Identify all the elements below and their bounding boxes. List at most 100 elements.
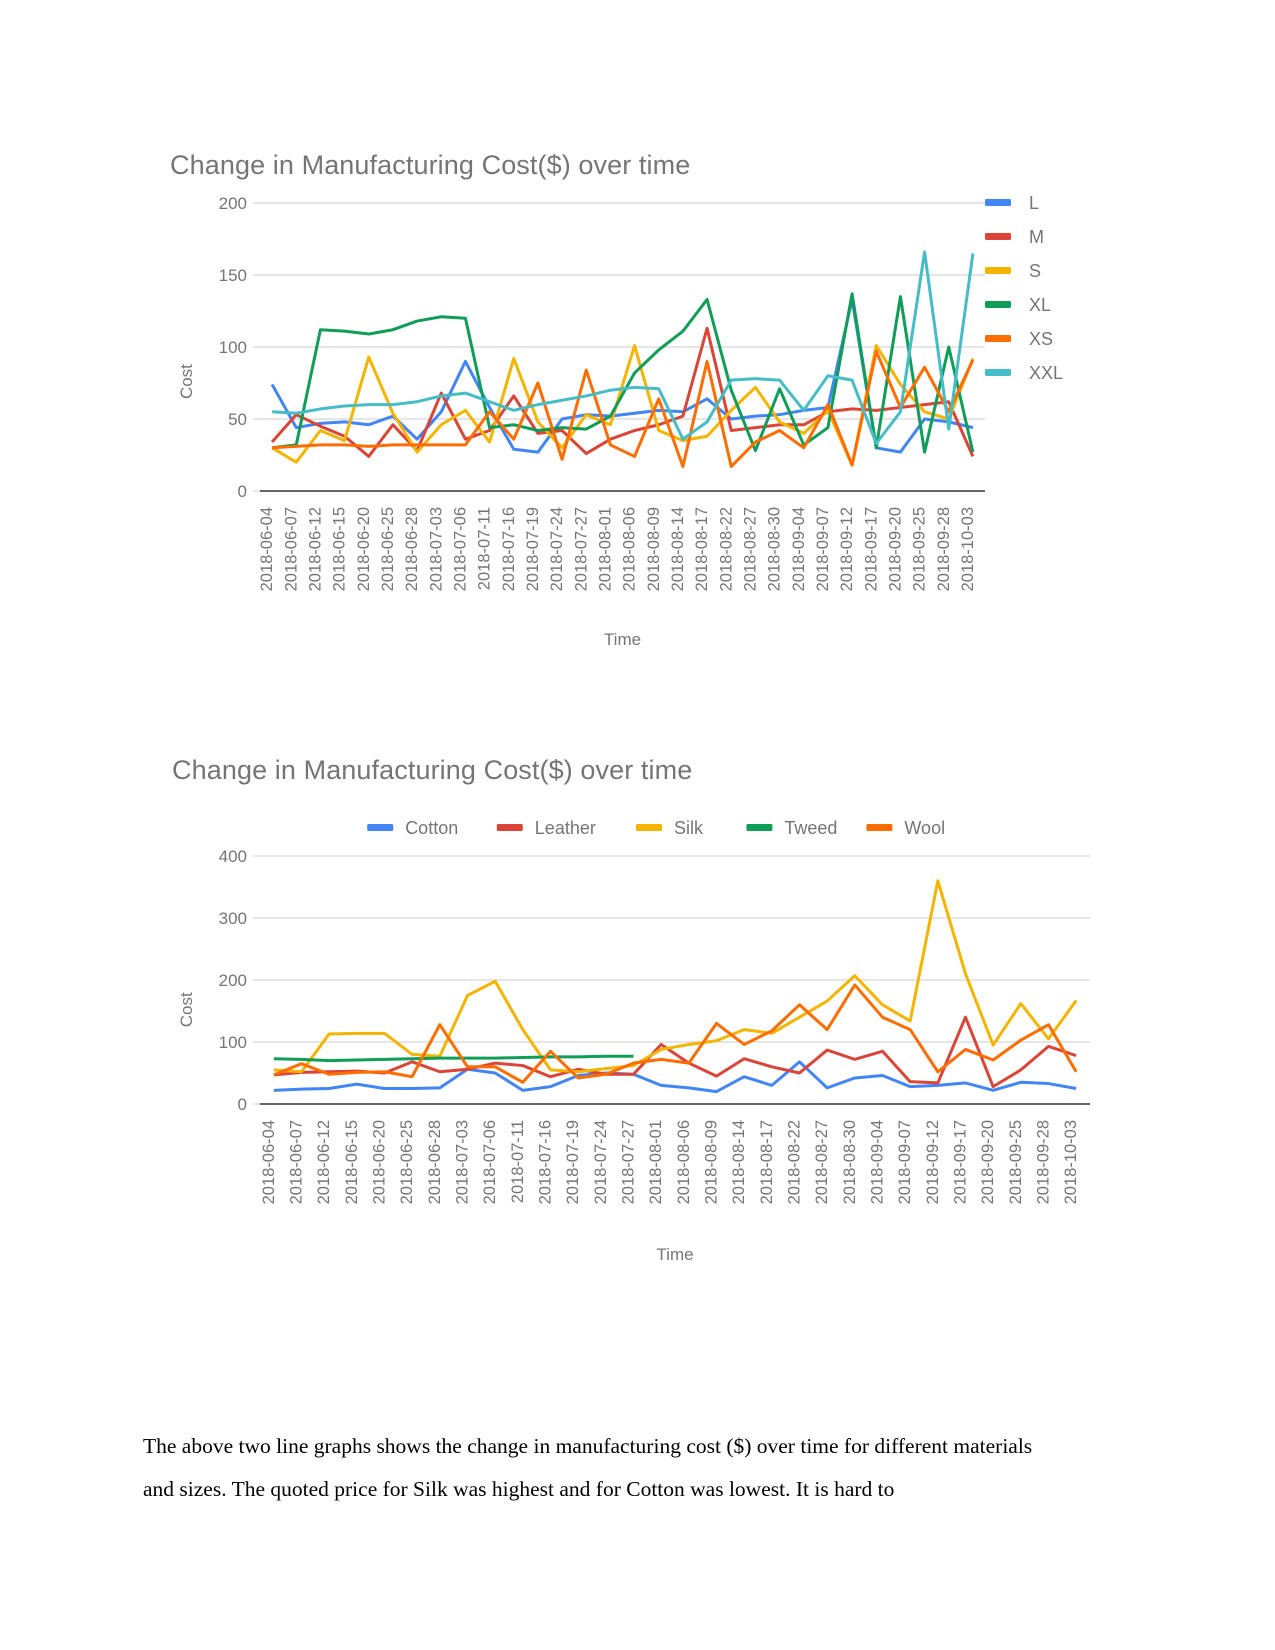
x-tick-label: 2018-08-01 bbox=[647, 1120, 665, 1204]
legend-label-xs[interactable]: XS bbox=[1029, 329, 1053, 349]
legend-label-l[interactable]: L bbox=[1029, 193, 1039, 213]
x-tick-label: 2018-09-17 bbox=[862, 507, 880, 591]
chart-materials-svg: 0 100 200 300 400 2018-06-04 2018-06-07 2018-06… bbox=[177, 818, 1090, 1264]
x-tick-label: 2018-06-20 bbox=[371, 1120, 389, 1204]
legend-swatch-xl bbox=[985, 301, 1011, 308]
x-tick-label: 2018-07-19 bbox=[524, 507, 542, 591]
x-tick-label: 2018-07-06 bbox=[481, 1120, 499, 1204]
x-tick-label: 2018-08-17 bbox=[693, 507, 711, 591]
x-tick-label: 2018-07-11 bbox=[509, 1120, 527, 1203]
x-tick-label: 2018-08-22 bbox=[717, 507, 735, 591]
legend-label-cotton[interactable]: Cotton bbox=[405, 818, 458, 838]
legend-swatch-silk bbox=[636, 824, 662, 831]
x-tick-label: 2018-08-30 bbox=[841, 1120, 859, 1204]
x-tick-label: 2018-07-27 bbox=[572, 507, 590, 591]
x-tick-label: 2018-06-28 bbox=[403, 507, 421, 591]
y-tick-label: 300 bbox=[219, 909, 247, 928]
x-tick-label: 2018-06-04 bbox=[260, 1120, 278, 1204]
y-tick-label: 100 bbox=[219, 1033, 247, 1052]
chart-sizes: Change in Manufacturing Cost($) over tim… bbox=[160, 150, 1100, 710]
legend-swatch-leather bbox=[496, 824, 523, 831]
x-tick-label: 2018-06-04 bbox=[258, 507, 276, 591]
y-tick-label: 150 bbox=[219, 266, 247, 285]
legend-swatch-xxl bbox=[985, 369, 1011, 376]
legend-swatch-wool bbox=[866, 824, 893, 831]
y-tick-label: 200 bbox=[219, 971, 247, 990]
x-tick-label: 2018-09-07 bbox=[896, 1120, 914, 1204]
y-tick-label: 0 bbox=[238, 482, 247, 501]
x-tick-label: 2018-06-20 bbox=[355, 507, 373, 591]
x-tick-label: 2018-07-27 bbox=[620, 1120, 638, 1204]
x-tick-label: 2018-07-24 bbox=[548, 507, 566, 591]
y-tick-label: 0 bbox=[238, 1095, 247, 1114]
legend-label-tweed[interactable]: Tweed bbox=[784, 818, 837, 838]
y-axis-title: Cost bbox=[177, 364, 196, 399]
y-tick-label: 100 bbox=[219, 338, 247, 357]
x-tick-label: 2018-09-12 bbox=[924, 1120, 942, 1204]
document-page: Change in Manufacturing Cost($) over tim… bbox=[0, 0, 1275, 1650]
x-tick-label: 2018-09-12 bbox=[838, 507, 856, 591]
x-tick-label: 2018-07-03 bbox=[427, 507, 445, 591]
x-tick-label: 2018-07-11 bbox=[476, 507, 494, 590]
x-tick-label: 2018-08-06 bbox=[621, 507, 639, 591]
x-tick-label: 2018-10-03 bbox=[1062, 1120, 1080, 1204]
legend-label-s[interactable]: S bbox=[1029, 261, 1041, 281]
chart-sizes-plot: 0 50 100 150 200 2018-06-04 2018-06-07 2018-06-… bbox=[160, 181, 1100, 651]
chart-materials-plot: 0 100 200 300 400 2018-06-04 2018-06-07 2018-06… bbox=[160, 786, 1100, 1266]
x-tick-label: 2018-07-16 bbox=[500, 507, 518, 591]
legend-swatch-xs bbox=[985, 335, 1011, 342]
x-tick-label: 2018-09-04 bbox=[869, 1120, 887, 1204]
x-axis-title: Time bbox=[656, 1245, 693, 1264]
x-tick-label: 2018-08-14 bbox=[730, 1120, 748, 1204]
x-tick-label: 2018-08-27 bbox=[813, 1120, 831, 1204]
chart-materials: Change in Manufacturing Cost($) over tim… bbox=[160, 755, 1100, 1325]
x-tick-label: 2018-06-25 bbox=[379, 507, 397, 591]
x-tick-label: 2018-06-25 bbox=[398, 1120, 416, 1204]
x-tick-label: 2018-09-17 bbox=[952, 1120, 970, 1204]
x-tick-label: 2018-09-28 bbox=[935, 507, 953, 591]
y-axis-title: Cost bbox=[177, 992, 196, 1027]
legend-swatch-l bbox=[985, 199, 1011, 206]
series-line-leather bbox=[273, 1015, 1077, 1089]
x-tick-label: 2018-08-22 bbox=[786, 1120, 804, 1204]
x-tick-label: 2018-08-14 bbox=[669, 507, 687, 591]
x-tick-label: 2018-09-20 bbox=[886, 507, 904, 591]
x-tick-label: 2018-08-27 bbox=[741, 507, 759, 591]
x-tick-label: 2018-07-16 bbox=[537, 1120, 555, 1204]
legend-swatch-s bbox=[985, 267, 1011, 274]
x-tick-label: 2018-10-03 bbox=[959, 507, 977, 591]
legend-label-leather[interactable]: Leather bbox=[535, 818, 596, 838]
x-tick-label: 2018-09-28 bbox=[1035, 1120, 1053, 1204]
x-tick-label: 2018-06-12 bbox=[306, 507, 324, 591]
x-tick-label: 2018-08-06 bbox=[675, 1120, 693, 1204]
x-tick-label: 2018-07-19 bbox=[564, 1120, 582, 1204]
legend-swatch-tweed bbox=[746, 824, 773, 831]
legend-label-silk[interactable]: Silk bbox=[674, 818, 704, 838]
x-tick-label: 2018-08-09 bbox=[703, 1120, 721, 1204]
x-tick-label: 2018-06-15 bbox=[331, 507, 349, 591]
x-tick-label: 2018-07-06 bbox=[451, 507, 469, 591]
legend-label-xxl[interactable]: XXL bbox=[1029, 363, 1063, 383]
x-tick-label: 2018-09-25 bbox=[911, 507, 929, 591]
series-line-cotton bbox=[273, 1060, 1077, 1094]
x-axis-title: Time bbox=[604, 630, 641, 649]
x-tick-label: 2018-06-12 bbox=[315, 1120, 333, 1204]
x-tick-label: 2018-09-25 bbox=[1007, 1120, 1025, 1204]
legend-label-wool[interactable]: Wool bbox=[904, 818, 945, 838]
x-tick-label: 2018-06-07 bbox=[288, 1120, 306, 1204]
body-paragraph: The above two line graphs shows the chan… bbox=[143, 1434, 1033, 1501]
legend-label-xl[interactable]: XL bbox=[1029, 295, 1051, 315]
x-tick-label: 2018-06-07 bbox=[282, 507, 300, 591]
x-tick-label: 2018-08-17 bbox=[758, 1120, 776, 1204]
y-tick-label: 200 bbox=[219, 194, 247, 213]
y-tick-label: 400 bbox=[219, 847, 247, 866]
chart-materials-title: Change in Manufacturing Cost($) over tim… bbox=[172, 755, 693, 785]
chart-sizes-svg: 0 50 100 150 200 2018-06-04 2018-06-07 2018-06-… bbox=[177, 193, 1063, 649]
legend-swatch-m bbox=[985, 233, 1011, 240]
x-tick-label: 2018-09-04 bbox=[790, 507, 808, 591]
legend-label-m[interactable]: M bbox=[1029, 227, 1044, 247]
x-tick-label: 2018-07-24 bbox=[592, 1120, 610, 1204]
y-tick-label: 50 bbox=[228, 410, 247, 429]
chart-sizes-title: Change in Manufacturing Cost($) over tim… bbox=[170, 150, 691, 180]
legend-swatch-cotton bbox=[367, 824, 394, 831]
